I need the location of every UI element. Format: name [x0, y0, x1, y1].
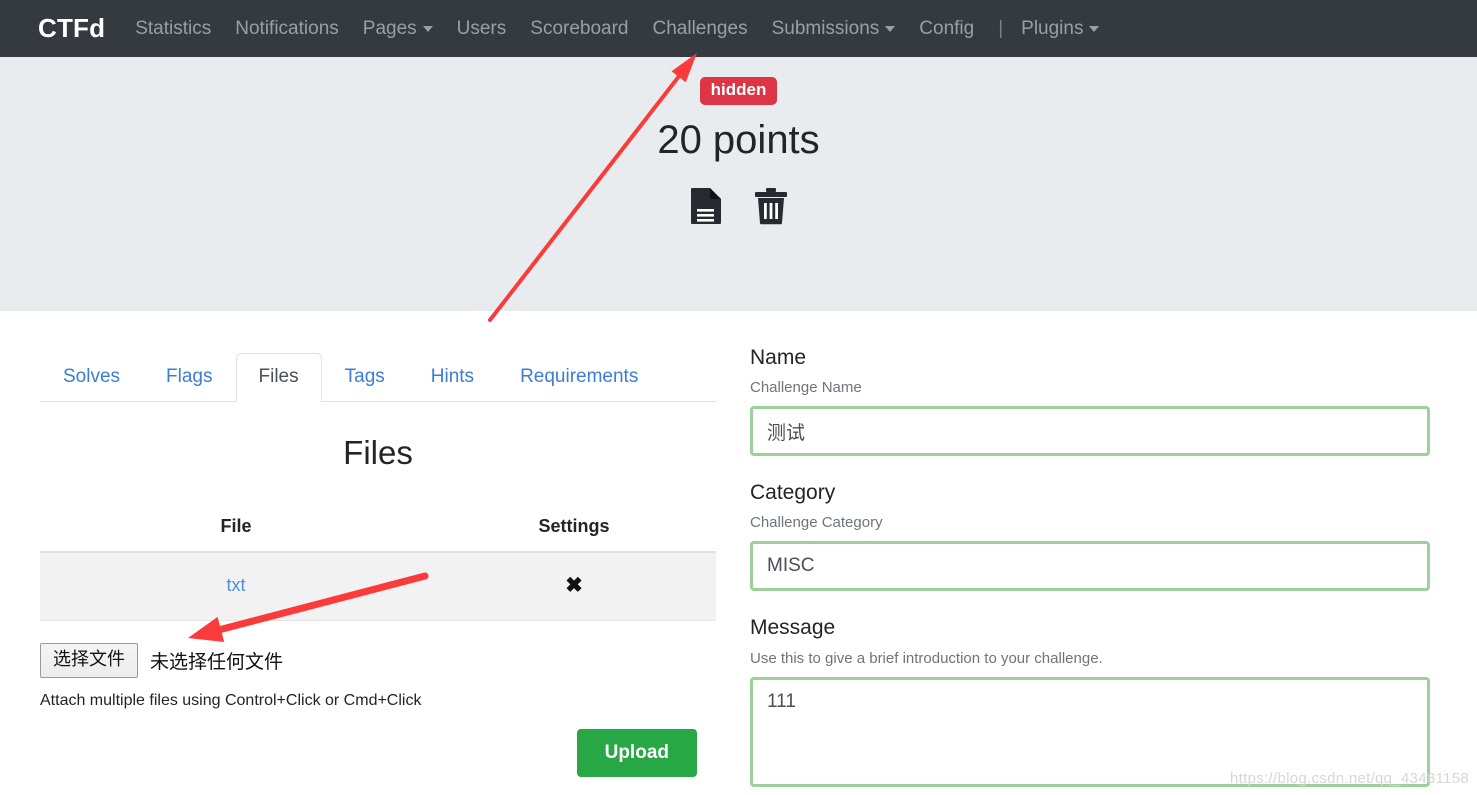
field-message: Message Use this to give a brief introdu… [750, 615, 1430, 787]
challenge-name-input[interactable] [750, 406, 1430, 457]
files-table-body: txt ✖ [40, 551, 716, 621]
file-input-row[interactable]: 选择文件 未选择任何文件 [40, 642, 716, 678]
tab-solves[interactable]: Solves [40, 353, 143, 402]
challenge-action-icons [689, 187, 789, 230]
field-help-message: Use this to give a brief introduction to… [750, 649, 1103, 667]
chevron-down-icon [422, 25, 433, 32]
upload-button-row: Upload [40, 728, 716, 777]
challenge-header: hidden 20 points [0, 57, 1477, 311]
nav-challenges[interactable]: Challenges [653, 19, 748, 38]
selected-file-label: 未选择任何文件 [150, 650, 284, 673]
tab-bar: Solves Flags Files Tags Hints Requirements [40, 345, 716, 402]
page-root: CTFd Statistics Notifications Pages Users Sc… [0, 0, 1477, 795]
file-link[interactable]: txt [227, 575, 246, 595]
challenge-detail-tabs-panel: Solves Flags Files Tags Hints Requirements Fi… [40, 345, 716, 777]
field-help-category: Challenge Category [750, 514, 883, 532]
nav-users[interactable]: Users [457, 19, 507, 38]
challenge-settings-form: Name Challenge Name Category Challenge C… [750, 345, 1430, 787]
field-label-message: Message [750, 616, 836, 640]
nav-submissions[interactable]: Submissions [772, 19, 896, 38]
file-text-icon[interactable] [689, 187, 723, 230]
chevron-down-icon [885, 25, 896, 32]
nav-config[interactable]: Config [919, 19, 974, 38]
watermark: https://blog.csdn.net/qq_43481158 [1230, 770, 1469, 787]
chevron-down-icon [1089, 25, 1100, 32]
nav-separator-label: | [998, 18, 1004, 39]
file-help-text: Attach multiple files using Control+Clic… [40, 691, 422, 709]
delete-file-icon[interactable]: ✖ [565, 574, 583, 597]
field-help-name: Challenge Name [750, 379, 862, 397]
file-cell: txt [40, 551, 433, 621]
tab-hints[interactable]: Hints [408, 353, 497, 402]
tab-requirements[interactable]: Requirements [497, 353, 661, 402]
tab-flags[interactable]: Flags [143, 353, 235, 402]
field-label-name: Name [750, 346, 807, 369]
nav-config-label: Config [919, 18, 975, 39]
nav-scoreboard[interactable]: Scoreboard [530, 19, 628, 38]
nav-notifications-label: Notifications [235, 18, 339, 39]
upload-button[interactable]: Upload [576, 728, 697, 777]
tab-files[interactable]: Files [235, 353, 322, 402]
nav-plugins-label: Plugins [1021, 18, 1084, 39]
settings-cell: ✖ [432, 551, 716, 621]
panel-title: Files [343, 434, 413, 471]
column-header-file: File [40, 505, 433, 553]
trash-icon[interactable] [753, 187, 789, 230]
table-row: txt ✖ [40, 551, 716, 621]
nav-plugins[interactable]: Plugins [1021, 18, 1100, 39]
field-category: Category Challenge Category [750, 480, 1430, 592]
column-header-settings: Settings [432, 505, 716, 553]
files-table-header-row: File Settings [40, 505, 716, 553]
nav-statistics-label: Statistics [135, 18, 212, 39]
nav-pages[interactable]: Pages [363, 19, 433, 38]
nav-separator: | [998, 19, 1003, 38]
files-table: File Settings txt ✖ [40, 505, 716, 621]
tab-tags[interactable]: Tags [322, 353, 408, 402]
field-label-category: Category [750, 481, 836, 505]
nav-challenges-label: Challenges [652, 18, 748, 39]
nav-scoreboard-label: Scoreboard [530, 18, 629, 39]
field-name: Name Challenge Name [750, 345, 1430, 457]
brand-logo[interactable]: CTFd [38, 13, 105, 44]
challenge-category-input[interactable] [750, 541, 1430, 592]
choose-file-button[interactable]: 选择文件 [40, 642, 138, 678]
challenge-points: 20 points [657, 117, 820, 162]
admin-navbar: CTFd Statistics Notifications Pages Users Sc… [0, 0, 1477, 57]
nav-pages-label: Pages [362, 18, 417, 39]
nav-users-label: Users [456, 18, 507, 39]
nav-statistics[interactable]: Statistics [135, 19, 211, 38]
main-content: Solves Flags Files Tags Hints Requirements Fi… [0, 311, 1477, 795]
status-badge: hidden [699, 77, 778, 105]
nav-submissions-label: Submissions [771, 18, 880, 39]
nav-notifications[interactable]: Notifications [235, 19, 339, 38]
files-table-head: File Settings [40, 505, 716, 553]
